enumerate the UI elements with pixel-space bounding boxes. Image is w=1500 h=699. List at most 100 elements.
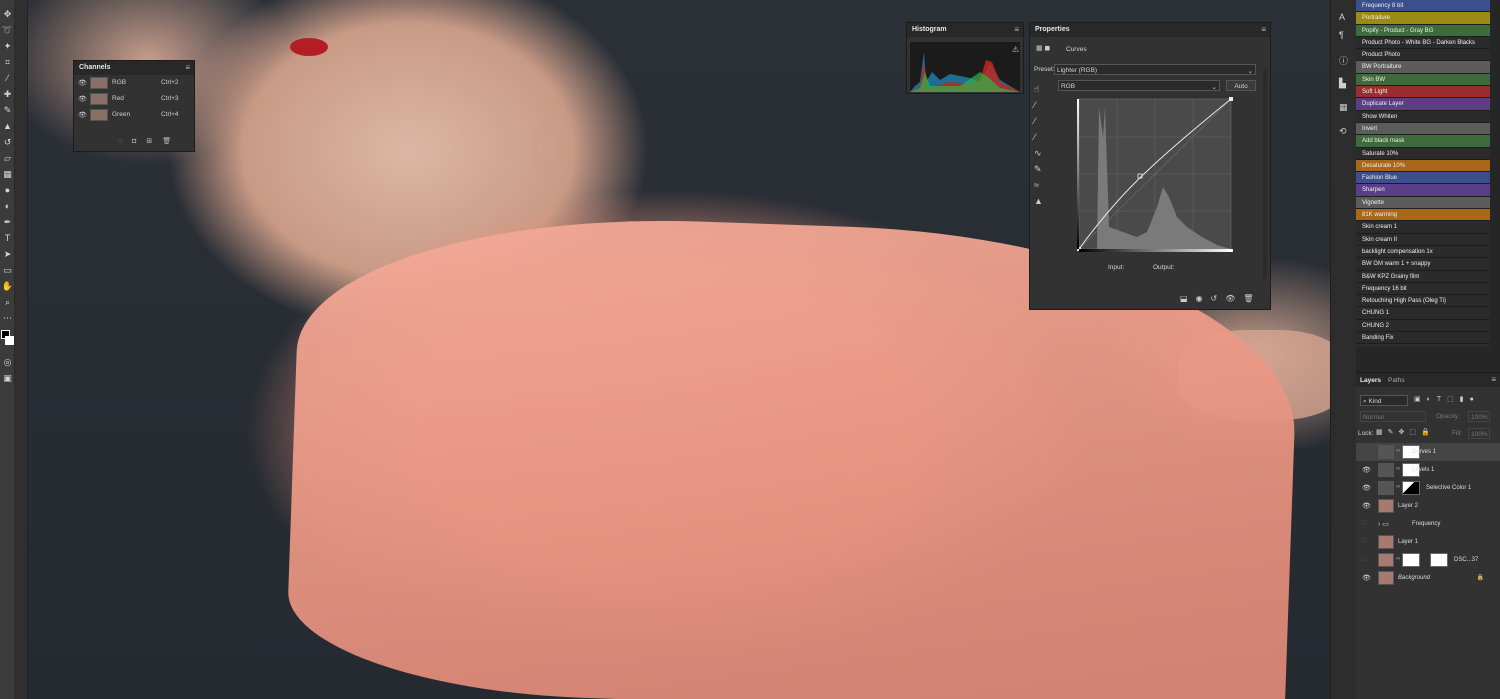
action-button[interactable]: Saturate 10% (1356, 147, 1490, 160)
action-button[interactable]: Show Whiten (1356, 110, 1490, 123)
plugin-icon[interactable]: ▙ (1339, 78, 1346, 89)
layer-row[interactable]: □ ∞ Curves 1 (1356, 443, 1500, 461)
layer-row[interactable]: 👁 ∞ Levels 1 (1356, 461, 1500, 479)
action-button[interactable]: Desaturate 10% (1356, 159, 1490, 173)
paragraph-icon[interactable]: ¶ (1339, 30, 1344, 40)
history-brush-icon[interactable]: ↺ (1, 136, 14, 148)
properties-scrollbar[interactable] (1263, 69, 1267, 279)
layer-filter-icons[interactable]: ▣◐T⬚▮● (1414, 395, 1480, 403)
channel-select[interactable]: RGB ⌄ (1058, 80, 1220, 91)
preset-select[interactable]: Lighter (RGB) ⌄ (1054, 64, 1256, 75)
auto-button[interactable]: Auto (1226, 80, 1256, 91)
action-button[interactable]: Fashion Blue (1356, 172, 1490, 185)
action-button[interactable]: Skin cream 1 (1356, 221, 1490, 234)
channel-actions[interactable]: ◌◘⊞🗑 (118, 137, 181, 145)
history-icon[interactable]: ⟲ (1339, 126, 1347, 137)
layer-row[interactable]: 👁 Background 🔒 (1356, 569, 1500, 587)
action-button[interactable]: Portraiture (1356, 12, 1490, 25)
action-button[interactable]: CHUNG 2 (1356, 319, 1490, 333)
lasso-tool-icon[interactable]: ➰ (1, 24, 14, 36)
channel-row[interactable]: 👁 Red Ctrl+3 (74, 91, 194, 107)
swatches-icon[interactable]: ▦ (1339, 102, 1348, 113)
action-button[interactable]: 81K warming (1356, 209, 1490, 222)
eye-icon[interactable]: 👁 (1362, 466, 1371, 474)
magic-wand-icon[interactable]: ✦ (1, 40, 14, 52)
action-button[interactable]: Popify - Product - Gray BG (1356, 24, 1490, 37)
filter-kind-select[interactable]: ⌕ Kind (1360, 395, 1408, 406)
channel-row[interactable]: 👁 Green Ctrl+4 (74, 107, 194, 123)
type-tool-icon[interactable]: T (1, 232, 14, 244)
eye-off-icon[interactable]: □ (1362, 556, 1366, 563)
tab-paths[interactable]: Paths (1388, 377, 1405, 384)
folder-icon[interactable]: › ▭ (1378, 520, 1389, 528)
crop-tool-icon[interactable]: ⌗ (1, 56, 14, 68)
curve-tool-icons[interactable]: ☝ ⁄ ⁄ ⁄ ∿ ✎ ≈ ▲ (1034, 81, 1048, 209)
action-button[interactable]: Banding Fix (1356, 332, 1490, 345)
action-button[interactable]: Invert (1356, 122, 1490, 136)
eye-icon[interactable]: 👁 (78, 111, 87, 119)
move-tool-icon[interactable]: ✥ (1, 8, 14, 20)
action-button[interactable]: Frequency 8 bit (1356, 0, 1490, 13)
layer-row[interactable]: □ Layer 1 (1356, 533, 1500, 551)
layer-row[interactable]: □ ∞ DSC...37 (1356, 551, 1500, 569)
more-tools-icon[interactable]: ⋯ (1, 312, 14, 324)
blend-mode-select[interactable]: Normal (1360, 411, 1426, 422)
path-select-icon[interactable]: ➤ (1, 248, 14, 260)
channel-row[interactable]: 👁 RGB Ctrl+2 (74, 75, 194, 91)
layer-row[interactable]: □ › ▭ Frequency (1356, 515, 1500, 533)
eyedropper-icon[interactable]: ⁄ (1, 72, 14, 84)
screen-mode-icon[interactable]: ▣ (1, 372, 14, 384)
fill-input[interactable]: 100% (1468, 428, 1490, 439)
curves-graph[interactable] (1077, 97, 1233, 257)
gradient-tool-icon[interactable]: ▦ (1, 168, 14, 180)
action-button[interactable]: BW GM warm 1 + snappy (1356, 258, 1490, 271)
action-button[interactable]: CHUNG 1 (1356, 307, 1490, 320)
layer-row[interactable]: 👁 ∞ Selective Color 1 (1356, 479, 1500, 497)
eye-icon[interactable]: 👁 (78, 79, 87, 87)
eye-icon[interactable]: 👁 (1362, 484, 1371, 492)
eye-off-icon[interactable]: □ (1362, 520, 1366, 527)
action-button[interactable]: Duplicate Layer (1356, 98, 1490, 111)
properties-footer-icons[interactable]: ⬓◉↺👁🗑 (1180, 294, 1262, 303)
brush-tool-icon[interactable]: ✎ (1, 104, 14, 116)
eye-off-icon[interactable]: □ (1362, 448, 1366, 455)
quick-mask-icon[interactable]: ◎ (1, 356, 14, 368)
hand-tool-icon[interactable]: ✋ (1, 280, 14, 292)
eye-off-icon[interactable]: □ (1362, 538, 1366, 545)
eraser-icon[interactable]: ▱ (1, 152, 14, 164)
eye-icon[interactable]: 👁 (1362, 502, 1371, 510)
action-button[interactable]: Vignette (1356, 196, 1490, 210)
action-button[interactable]: Product Photo (1356, 49, 1490, 62)
action-button[interactable]: Skin cream II (1356, 233, 1490, 246)
tab-layers[interactable]: Layers (1360, 377, 1381, 384)
channels-title[interactable]: Channels ≡ (74, 61, 194, 75)
blur-tool-icon[interactable]: ● (1, 184, 14, 196)
histogram-title[interactable]: Histogram ≡ (907, 23, 1023, 37)
layer-row[interactable]: 👁 Layer 2 (1356, 497, 1500, 515)
eye-icon[interactable]: 👁 (1362, 574, 1371, 582)
eye-icon[interactable]: 👁 (78, 95, 87, 103)
info-icon[interactable]: ⓘ (1339, 54, 1348, 67)
action-button[interactable]: Frequency 16 bit (1356, 282, 1490, 296)
action-button[interactable]: Skin BW (1356, 73, 1490, 87)
action-button[interactable]: Retouching High Pass (Oleg Ti) (1356, 295, 1490, 308)
action-button[interactable]: Product Photo - White BG - Darken Blacks (1356, 36, 1490, 50)
lock-icons[interactable]: ▦✎✥⬚🔒 (1376, 428, 1435, 436)
shape-tool-icon[interactable]: ▭ (1, 264, 14, 276)
opacity-input[interactable]: 100% (1468, 411, 1490, 422)
pen-tool-icon[interactable]: ✒ (1, 216, 14, 228)
menu-icon[interactable]: ≡ (1261, 25, 1266, 34)
healing-brush-icon[interactable]: ✚ (1, 88, 14, 100)
properties-title[interactable]: Properties ≡ (1030, 23, 1270, 37)
action-button[interactable]: Sharpen (1356, 184, 1490, 197)
background-color-icon[interactable] (5, 336, 14, 345)
menu-icon[interactable]: ≡ (185, 63, 190, 72)
action-button[interactable]: Soft Light (1356, 86, 1490, 99)
menu-icon[interactable]: ≡ (1014, 25, 1019, 34)
action-button[interactable]: B&W KPZ Grainy film (1356, 270, 1490, 283)
action-button[interactable]: backlight compensation 1x (1356, 245, 1490, 259)
action-button[interactable]: Add black mask (1356, 135, 1490, 148)
action-button[interactable]: BW Portraiture (1356, 61, 1490, 74)
menu-icon[interactable]: ≡ (1491, 375, 1496, 384)
stamp-tool-icon[interactable]: ▲ (1, 120, 14, 132)
